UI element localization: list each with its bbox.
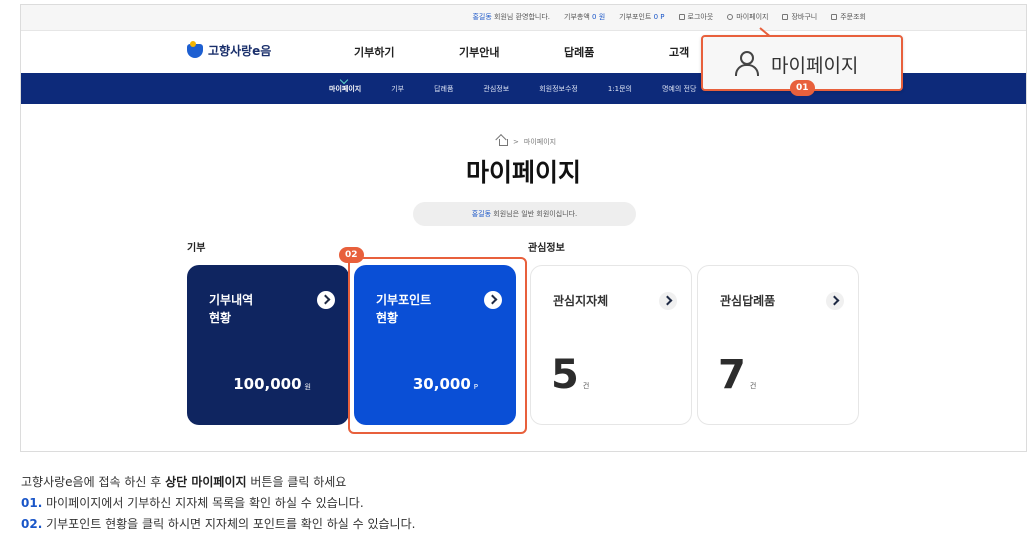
points-total-value: 0 P <box>653 13 665 21</box>
breadcrumb-sep: > <box>513 138 519 146</box>
nav-donate[interactable]: 기부하기 <box>354 44 459 60</box>
mypage-label: 마이페이지 <box>736 13 769 21</box>
chevron-right-icon <box>317 291 335 309</box>
welcome-message: 회원님 환영합니다. <box>494 13 551 21</box>
interest-regions-card[interactable]: 관심지자체 5건 <box>530 265 692 425</box>
guide-intro: 고향사랑e음에 접속 하신 후 상단 마이페이지 버튼을 클릭 하세요 <box>21 472 415 493</box>
donation-total: 기부총액 0 원 <box>564 12 605 22</box>
card-amount: 100,000 원 <box>233 375 311 393</box>
member-greeting: 홍길동 회원님은 일반 회원이십니다. <box>413 202 636 226</box>
chevron-right-icon <box>826 292 844 310</box>
page-title: 마이페이지 <box>465 158 581 187</box>
orders-link[interactable]: 주문조회 <box>831 12 866 22</box>
greeting-text: 회원님은 일반 회원이십니다. <box>493 210 578 218</box>
subnav-hall-of-fame[interactable]: 명예의 전당 <box>662 84 696 94</box>
user-name: 홍길동 <box>472 13 492 21</box>
utility-bar: 홍길동 회원님 환영합니다. 기부총액 0 원 기부포인트 0 P 로그아웃 마… <box>21 5 1026 31</box>
card-title: 관심지자체 <box>553 294 609 308</box>
cart-label: 장바구니 <box>791 13 818 21</box>
card-count: 7건 <box>718 352 756 398</box>
step-text: 마이페이지에서 기부하신 지자체 목록을 확인 하실 수 있습니다. <box>42 496 364 510</box>
nav-gifts[interactable]: 답례품 <box>564 44 669 60</box>
count-unit: 건 <box>749 382 757 390</box>
logo-text: 고향사랑e음 <box>208 44 272 58</box>
subnav-donation[interactable]: 기부 <box>391 84 404 94</box>
mypage-link[interactable]: 마이페이지 <box>727 12 768 22</box>
step-number: 01. <box>21 496 43 510</box>
amount-value: 100,000 <box>233 375 302 393</box>
donation-history-card[interactable]: 기부내역 현황 100,000 원 <box>187 265 349 425</box>
subnav-gifts[interactable]: 답례품 <box>434 84 453 94</box>
points-total: 기부포인트 0 P <box>619 12 664 22</box>
count-value: 5 <box>551 352 579 398</box>
subnav-inquiry[interactable]: 1:1문의 <box>608 84 632 94</box>
callout-badge-02: 02 <box>339 247 364 263</box>
card-title: 기부내역 현황 <box>209 293 254 325</box>
logout-label: 로그아웃 <box>687 13 714 21</box>
chevron-right-icon <box>659 292 677 310</box>
instructions: 고향사랑e음에 접속 하신 후 상단 마이페이지 버튼을 클릭 하세요 01. … <box>21 472 415 535</box>
logout-link[interactable]: 로그아웃 <box>678 12 714 22</box>
site-logo[interactable]: 고향사랑e음 <box>187 40 272 59</box>
welcome-text: 홍길동 회원님 환영합니다. <box>472 12 550 22</box>
user-icon <box>727 14 734 20</box>
card-count: 5건 <box>551 352 589 398</box>
nav-donation-guide[interactable]: 기부안내 <box>459 44 564 60</box>
highlight-box-02 <box>348 257 527 434</box>
popout-label: 마이페이지 <box>771 55 859 77</box>
cart-icon <box>782 14 789 20</box>
user-icon <box>733 50 759 76</box>
guide-intro-bold: 상단 마이페이지 <box>165 475 247 489</box>
card-title: 관심답례품 <box>720 294 776 308</box>
points-total-label: 기부포인트 <box>619 13 652 21</box>
logo-icon <box>187 40 203 58</box>
step-text: 기부포인트 현황을 클릭 하시면 지자체의 포인트를 확인 하실 수 있습니다. <box>42 517 416 531</box>
cart-link[interactable]: 장바구니 <box>782 12 817 22</box>
guide-intro-before: 고향사랑e음에 접속 하신 후 <box>21 475 166 489</box>
breadcrumb-current: 마이페이지 <box>523 138 557 146</box>
count-value: 7 <box>718 352 746 398</box>
interest-gifts-card[interactable]: 관심답례품 7건 <box>697 265 859 425</box>
section-interest-label: 관심정보 <box>528 243 565 254</box>
donation-total-label: 기부총액 <box>564 13 590 21</box>
logout-icon <box>678 14 685 20</box>
callout-badge-01: 01 <box>790 80 815 96</box>
count-unit: 건 <box>582 382 590 390</box>
guide-intro-after: 버튼을 클릭 하세요 <box>246 475 347 489</box>
breadcrumb: > 마이페이지 <box>499 137 556 147</box>
greeting-name: 홍길동 <box>471 210 492 218</box>
amount-unit: 원 <box>304 383 311 391</box>
guide-step-2: 02. 기부포인트 현황을 클릭 하시면 지자체의 포인트를 확인 하실 수 있… <box>21 514 415 535</box>
guide-step-1: 01. 마이페이지에서 기부하신 지자체 목록을 확인 하실 수 있습니다. <box>21 493 415 514</box>
step-number: 02. <box>21 517 43 531</box>
subnav-interest[interactable]: 관심정보 <box>483 84 509 94</box>
section-donation-label: 기부 <box>187 243 206 254</box>
donation-total-value: 0 원 <box>592 13 606 21</box>
subnav-member-edit[interactable]: 회원정보수정 <box>539 84 578 94</box>
home-icon[interactable] <box>499 138 508 146</box>
order-icon <box>831 14 838 20</box>
orders-label: 주문조회 <box>840 13 866 21</box>
subnav-mypage[interactable]: 마이페이지 <box>329 84 361 94</box>
